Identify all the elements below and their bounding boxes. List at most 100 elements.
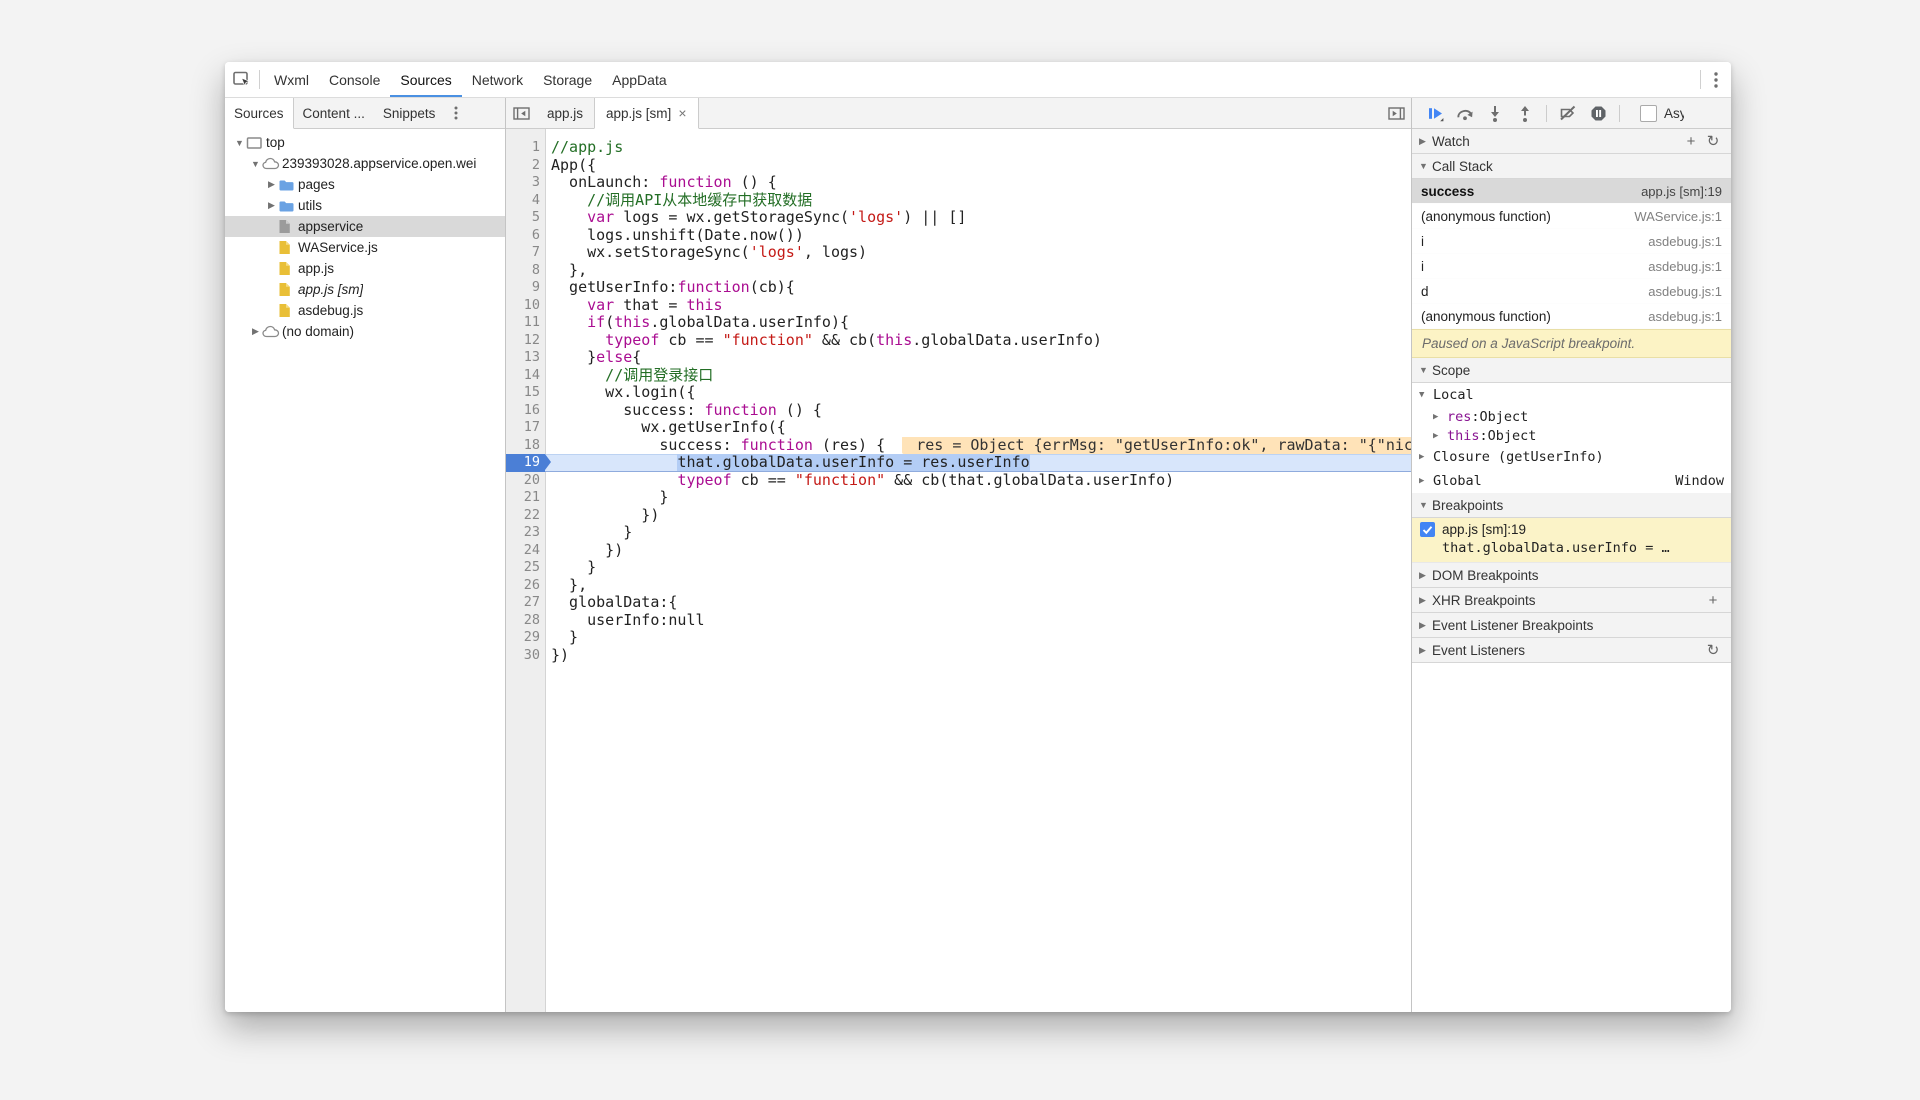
call-stack-frame[interactable]: (anonymous function) WAService.js:1 — [1412, 204, 1731, 229]
navigator-tab-sources[interactable]: Sources — [225, 98, 294, 129]
line-number[interactable]: 9 — [506, 279, 545, 297]
line-number[interactable]: 14 — [506, 367, 545, 385]
tree-item-waservice-js[interactable]: WAService.js — [225, 237, 505, 258]
line-number[interactable]: 19 — [506, 454, 551, 472]
section-watch[interactable]: ▶ Watch + ↻ — [1412, 129, 1731, 154]
editor-tab-app-js[interactable]: app.js — [536, 98, 594, 128]
code-line-text[interactable]: //app.js — [545, 139, 1411, 157]
tree-item-asdebug-js[interactable]: asdebug.js — [225, 300, 505, 321]
call-stack-frame[interactable]: d asdebug.js:1 — [1412, 279, 1731, 304]
step-out-icon[interactable] — [1516, 104, 1534, 122]
tree-item-239393028-appservice-open-wei[interactable]: ▼ 239393028.appservice.open.wei — [225, 153, 505, 174]
line-number[interactable]: 29 — [506, 629, 545, 647]
code-line-text[interactable]: success: function (res) { res = Object {… — [545, 436, 1411, 455]
code-line-text[interactable]: var logs = wx.getStorageSync('logs') || … — [545, 209, 1411, 227]
navigator-overflow-menu-icon[interactable] — [444, 98, 468, 128]
code-line-text[interactable]: }else{ — [545, 349, 1411, 367]
code-line-text[interactable]: typeof cb == "function" && cb(this.globa… — [545, 332, 1411, 350]
code-line-text[interactable]: //调用登录接口 — [545, 367, 1411, 385]
line-number[interactable]: 23 — [506, 524, 545, 542]
main-tab-appdata[interactable]: AppData — [602, 62, 676, 97]
step-into-icon[interactable] — [1486, 104, 1504, 122]
line-number[interactable]: 28 — [506, 612, 545, 630]
scope-property[interactable]: ▶ this: Object — [1412, 426, 1731, 445]
tree-item-pages[interactable]: ▶ pages — [225, 174, 505, 195]
line-number[interactable]: 22 — [506, 507, 545, 525]
call-stack-frame[interactable]: (anonymous function) asdebug.js:1 — [1412, 304, 1731, 329]
scope-group[interactable]: ▶ Closure (getUserInfo) — [1412, 445, 1731, 469]
line-number[interactable]: 6 — [506, 227, 545, 245]
chevron-down-icon[interactable]: ▼ — [249, 159, 262, 169]
chevron-down-icon[interactable]: ▼ — [233, 138, 246, 148]
refresh-icon[interactable]: ↻ — [1702, 132, 1724, 150]
pause-on-exceptions-icon[interactable] — [1589, 104, 1607, 122]
inspect-element-icon[interactable] — [225, 62, 259, 97]
tree-item-app-js--sm-[interactable]: app.js [sm] — [225, 279, 505, 300]
chevron-right-icon[interactable]: ▶ — [249, 326, 262, 337]
refresh-icon[interactable]: ↻ — [1702, 641, 1724, 659]
line-number[interactable]: 12 — [506, 332, 545, 350]
editor-tab-app-js--sm-[interactable]: app.js [sm] × — [594, 98, 699, 129]
line-number[interactable]: 30 — [506, 647, 545, 665]
line-number[interactable]: 17 — [506, 419, 545, 437]
scope-group[interactable]: ▶ Global Window — [1412, 469, 1731, 493]
navigator-tab-content[interactable]: Content ... — [294, 98, 374, 128]
line-number[interactable]: 3 — [506, 174, 545, 192]
code-line-text[interactable]: }, — [545, 577, 1411, 595]
code-line-text[interactable]: wx.getUserInfo({ — [545, 419, 1411, 437]
line-number[interactable]: 11 — [506, 314, 545, 332]
line-number[interactable]: 24 — [506, 542, 545, 560]
code-line-text[interactable]: userInfo:null — [545, 612, 1411, 630]
line-number[interactable]: 15 — [506, 384, 545, 402]
chevron-right-icon[interactable]: ▶ — [265, 179, 278, 190]
code-line-text[interactable]: getUserInfo:function(cb){ — [545, 279, 1411, 297]
add-icon[interactable]: + — [1702, 592, 1724, 609]
code-line-text[interactable]: logs.unshift(Date.now()) — [545, 227, 1411, 245]
chevron-right-icon[interactable]: ▶ — [265, 200, 278, 211]
line-number[interactable]: 25 — [506, 559, 545, 577]
tree-item-top[interactable]: ▼ top — [225, 132, 505, 153]
line-number[interactable]: 10 — [506, 297, 545, 315]
code-line-text[interactable]: } — [545, 489, 1411, 507]
breakpoint-entry[interactable]: app.js [sm]:19 that.globalData.userInfo =… — [1412, 518, 1731, 563]
line-number[interactable]: 7 — [506, 244, 545, 262]
code-line-text[interactable]: if(this.globalData.userInfo){ — [545, 314, 1411, 332]
line-number[interactable]: 27 — [506, 594, 545, 612]
hide-navigator-icon[interactable] — [506, 98, 536, 128]
section-scope[interactable]: ▼ Scope — [1412, 358, 1731, 383]
overflow-menu-icon[interactable] — [1701, 62, 1731, 97]
line-number[interactable]: 8 — [506, 262, 545, 280]
section-breakpoints[interactable]: ▼ Breakpoints — [1412, 493, 1731, 518]
line-number[interactable]: 13 — [506, 349, 545, 367]
code-line-text[interactable]: }) — [545, 647, 1411, 665]
section-event-listener-breakpoints[interactable]: ▶ Event Listener Breakpoints — [1412, 613, 1731, 638]
section-dom-breakpoints[interactable]: ▶ DOM Breakpoints — [1412, 563, 1731, 588]
scope-group[interactable]: ▼ Local — [1412, 383, 1731, 407]
async-checkbox[interactable] — [1640, 104, 1657, 122]
section-call-stack[interactable]: ▼ Call Stack — [1412, 154, 1731, 179]
tree-item-utils[interactable]: ▶ utils — [225, 195, 505, 216]
main-tab-sources[interactable]: Sources — [390, 62, 461, 97]
line-number[interactable]: 21 — [506, 489, 545, 507]
code-line-text[interactable]: typeof cb == "function" && cb(that.globa… — [545, 472, 1411, 490]
code-line-text[interactable]: }) — [545, 507, 1411, 525]
show-drawer-icon[interactable] — [1381, 98, 1411, 128]
line-number[interactable]: 26 — [506, 577, 545, 595]
line-number[interactable]: 16 — [506, 402, 545, 420]
tree-item-appservice[interactable]: appservice — [225, 216, 505, 237]
code-line-text[interactable]: success: function () { — [545, 402, 1411, 420]
section-event-listeners[interactable]: ▶ Event Listeners ↻ — [1412, 638, 1731, 663]
line-number[interactable]: 1 — [506, 139, 545, 157]
code-line-text[interactable]: }, — [545, 262, 1411, 280]
tree-item--no-domain-[interactable]: ▶ (no domain) — [225, 321, 505, 342]
add-icon[interactable]: + — [1680, 133, 1702, 150]
main-tab-network[interactable]: Network — [462, 62, 533, 97]
call-stack-frame[interactable]: success app.js [sm]:19 — [1412, 179, 1731, 204]
call-stack-frame[interactable]: i asdebug.js:1 — [1412, 229, 1731, 254]
line-number[interactable]: 18 — [506, 437, 545, 455]
code-line-text[interactable]: App({ — [545, 157, 1411, 175]
code-line-text[interactable]: globalData:{ — [545, 594, 1411, 612]
resume-icon[interactable] — [1426, 104, 1444, 122]
tree-item-app-js[interactable]: app.js — [225, 258, 505, 279]
code-line-text[interactable]: that.globalData.userInfo = res.userInfo — [545, 454, 1411, 472]
